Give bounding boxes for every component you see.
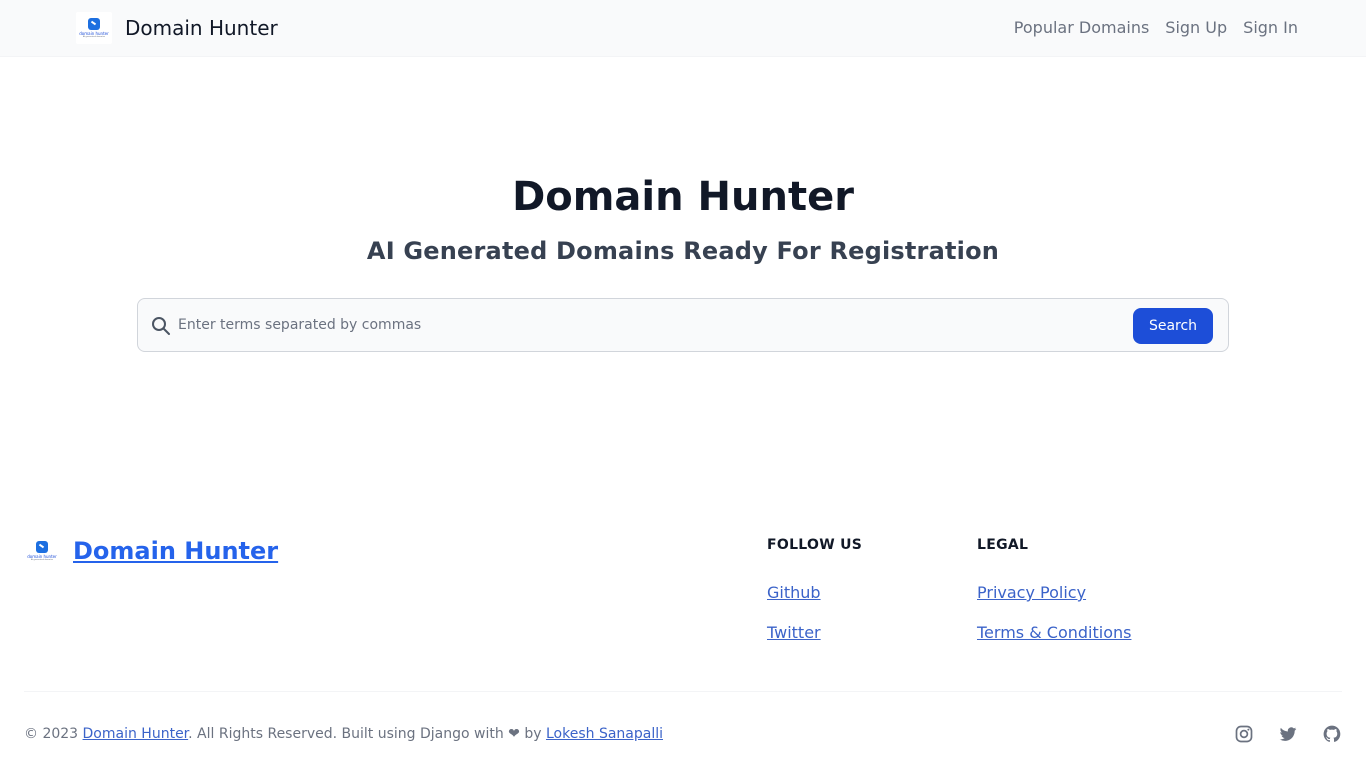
list-item: Terms & Conditions bbox=[977, 622, 1131, 662]
brand-logo: domain hunter AI generated domains bbox=[76, 12, 112, 44]
hero-title: Domain Hunter bbox=[512, 174, 854, 220]
logo-subtext: AI generated domains bbox=[82, 35, 106, 38]
copyright-text: © 2023 Domain Hunter. All Rights Reserve… bbox=[24, 725, 663, 743]
footer-follow-section: FOLLOW US Github Twitter bbox=[767, 537, 862, 662]
logo-mark-icon bbox=[88, 17, 100, 30]
nav-links: Popular Domains Sign Up Sign In bbox=[1014, 17, 1298, 39]
footer-follow-list: Github Twitter bbox=[767, 582, 862, 662]
footer-logo-mark-icon bbox=[36, 540, 48, 553]
footer-link-twitter[interactable]: Twitter bbox=[767, 623, 821, 642]
twitter-icon[interactable] bbox=[1278, 724, 1298, 744]
navbar: domain hunter AI generated domains Domai… bbox=[0, 0, 1366, 57]
footer-divider bbox=[24, 691, 1342, 692]
footer-follow-heading: FOLLOW US bbox=[767, 537, 863, 553]
navbar-brand-name: Domain Hunter bbox=[125, 16, 278, 40]
search-icon bbox=[152, 317, 170, 335]
github-icon[interactable] bbox=[1322, 724, 1342, 744]
search-form: Search bbox=[137, 298, 1229, 352]
footer-brand-logo: domain hunter AI generated domains bbox=[24, 535, 60, 567]
social-links bbox=[1234, 724, 1342, 744]
footer-legal-heading: LEGAL bbox=[977, 537, 1029, 553]
list-item: Privacy Policy bbox=[977, 582, 1131, 622]
copyright-brand-link[interactable]: Domain Hunter bbox=[83, 726, 189, 742]
search-input[interactable] bbox=[178, 307, 1128, 343]
nav-link-sign-up[interactable]: Sign Up bbox=[1165, 17, 1227, 39]
nav-link-popular-domains[interactable]: Popular Domains bbox=[1014, 17, 1150, 39]
copyright-prefix: © 2023 bbox=[24, 726, 83, 742]
list-item: Github bbox=[767, 582, 862, 622]
list-item: Twitter bbox=[767, 622, 862, 662]
footer-legal-section: LEGAL Privacy Policy Terms & Conditions bbox=[977, 537, 1131, 662]
footer-link-privacy-policy[interactable]: Privacy Policy bbox=[977, 583, 1086, 602]
footer-legal-list: Privacy Policy Terms & Conditions bbox=[977, 582, 1131, 662]
instagram-icon[interactable] bbox=[1234, 724, 1254, 744]
hero-subtitle: AI Generated Domains Ready For Registrat… bbox=[366, 237, 1000, 265]
copyright-middle: . All Rights Reserved. Built using Djang… bbox=[188, 726, 546, 742]
navbar-brand-link[interactable]: domain hunter AI generated domains Domai… bbox=[76, 12, 278, 44]
footer-brand-link[interactable]: domain hunter AI generated domains Domai… bbox=[24, 535, 278, 567]
nav-link-sign-in[interactable]: Sign In bbox=[1243, 17, 1298, 39]
copyright-author-link[interactable]: Lokesh Sanapalli bbox=[546, 726, 663, 742]
footer-link-terms-conditions[interactable]: Terms & Conditions bbox=[977, 623, 1131, 642]
footer-link-github[interactable]: Github bbox=[767, 583, 821, 602]
footer-logo-subtext: AI generated domains bbox=[30, 558, 54, 561]
search-button[interactable]: Search bbox=[1133, 308, 1213, 344]
footer-brand-name[interactable]: Domain Hunter bbox=[73, 537, 278, 565]
